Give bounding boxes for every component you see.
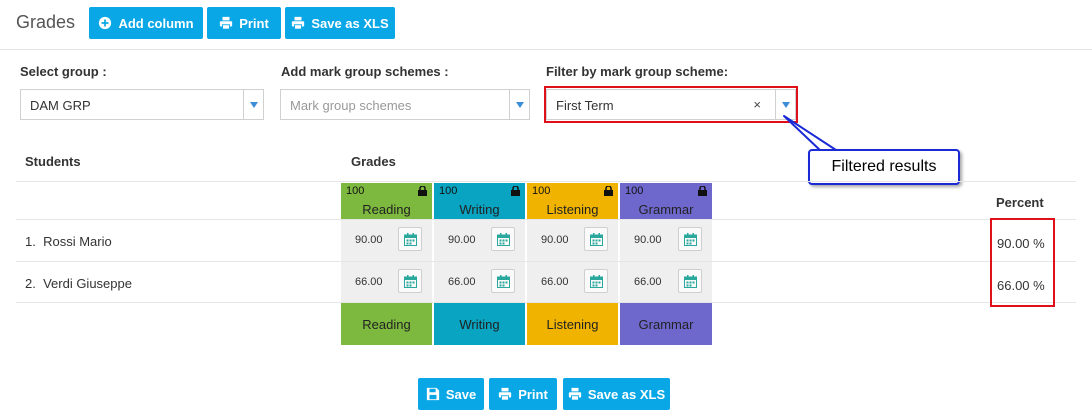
grade-cell[interactable]: 66.00 [434, 262, 525, 303]
footer-save-xls-button[interactable]: Save as XLS [563, 378, 670, 410]
print-button[interactable]: Print [207, 7, 281, 39]
floppy-disk-icon [426, 387, 439, 401]
table-row-student: 1. Rossi Mario [25, 234, 112, 249]
column-max: 100 [625, 185, 644, 197]
grade-cell[interactable]: 66.00 [620, 262, 712, 303]
grade-value: 90.00 [634, 234, 662, 246]
add-column-button[interactable]: Add column [89, 7, 203, 39]
grade-value: 66.00 [355, 276, 383, 288]
grade-value: 66.00 [634, 276, 662, 288]
column-foot-listening: Listening [527, 303, 618, 345]
lock-icon [698, 186, 707, 196]
footer-save-label: Save [445, 386, 477, 402]
calendar-icon[interactable] [398, 269, 422, 293]
student-name: Verdi Giuseppe [43, 276, 132, 291]
grade-value: 66.00 [541, 276, 569, 288]
print-label: Print [239, 15, 269, 31]
column-head-listening[interactable]: 100 Listening [527, 183, 618, 219]
highlight-box-percent [990, 218, 1055, 307]
plus-circle-icon [99, 16, 112, 30]
save-xls-button[interactable]: Save as XLS [285, 7, 395, 39]
printer-icon [220, 16, 233, 30]
calendar-icon[interactable] [491, 227, 515, 251]
grade-value: 66.00 [448, 276, 476, 288]
row-index: 2. [25, 276, 36, 291]
grade-cell[interactable]: 90.00 [434, 220, 525, 261]
calendar-icon[interactable] [491, 269, 515, 293]
grade-value: 90.00 [355, 234, 383, 246]
column-name: Grammar [638, 202, 694, 217]
callout-text: Filtered results [831, 158, 937, 175]
filter-scheme-label: Filter by mark group scheme: [546, 64, 729, 79]
row-index: 1. [25, 234, 36, 249]
grade-cell[interactable]: 66.00 [527, 262, 618, 303]
table-row-student: 2. Verdi Giuseppe [25, 276, 132, 291]
column-head-writing[interactable]: 100 Writing [434, 183, 525, 219]
column-foot-label: Grammar [638, 316, 694, 332]
column-foot-label: Reading [362, 316, 411, 332]
grade-cell[interactable]: 90.00 [620, 220, 712, 261]
grade-cell[interactable]: 90.00 [527, 220, 618, 261]
footer-print-button[interactable]: Print [489, 378, 557, 410]
column-head-reading[interactable]: 100 Reading [341, 183, 432, 219]
page-title: Grades [16, 12, 76, 32]
mark-group-dropdown[interactable]: Mark group schemes [280, 89, 530, 120]
printer-icon [499, 387, 512, 401]
column-name: Reading [362, 202, 411, 217]
footer-print-label: Print [518, 386, 548, 402]
calendar-icon[interactable] [584, 227, 608, 251]
column-head-grammar[interactable]: 100 Grammar [620, 183, 712, 219]
percent-header: Percent [996, 195, 1044, 210]
printer-icon [292, 16, 305, 30]
calendar-icon[interactable] [398, 227, 422, 251]
column-foot-grammar: Grammar [620, 303, 712, 345]
save-xls-label: Save as XLS [311, 15, 389, 31]
divider [16, 181, 1076, 182]
page-header: Grades Add column Print Save as XLS [0, 0, 1092, 50]
column-max: 100 [439, 185, 458, 197]
lock-icon [418, 186, 427, 196]
select-group-value: DAM GRP [30, 98, 91, 113]
column-foot-writing: Writing [434, 303, 525, 345]
student-name: Rossi Mario [43, 234, 112, 249]
students-header: Students [25, 154, 81, 169]
column-name: Listening [546, 202, 599, 217]
footer-save-button[interactable]: Save [418, 378, 484, 410]
grades-header: Grades [351, 154, 396, 169]
mark-group-label: Add mark group schemes : [281, 64, 449, 79]
column-name: Writing [459, 202, 500, 217]
chevron-down-icon[interactable] [509, 90, 529, 119]
filtered-results-callout: Filtered results [808, 149, 960, 185]
select-group-label: Select group : [20, 64, 107, 79]
lock-icon [604, 186, 613, 196]
lock-icon [511, 186, 520, 196]
calendar-icon[interactable] [678, 269, 702, 293]
column-foot-label: Writing [459, 316, 500, 332]
select-group-dropdown[interactable]: DAM GRP [20, 89, 264, 120]
column-max: 100 [346, 185, 365, 197]
highlight-box-filter [544, 86, 798, 123]
column-max: 100 [532, 185, 551, 197]
add-column-label: Add column [118, 15, 194, 31]
grade-cell[interactable]: 90.00 [341, 220, 432, 261]
column-foot-label: Listening [546, 316, 599, 332]
grade-value: 90.00 [448, 234, 476, 246]
printer-icon [568, 387, 581, 401]
calendar-icon[interactable] [584, 269, 608, 293]
mark-group-placeholder: Mark group schemes [290, 98, 412, 113]
chevron-down-icon[interactable] [243, 90, 263, 119]
grade-value: 90.00 [541, 234, 569, 246]
calendar-icon[interactable] [678, 227, 702, 251]
grade-cell[interactable]: 66.00 [341, 262, 432, 303]
footer-save-xls-label: Save as XLS [587, 386, 666, 402]
column-foot-reading: Reading [341, 303, 432, 345]
